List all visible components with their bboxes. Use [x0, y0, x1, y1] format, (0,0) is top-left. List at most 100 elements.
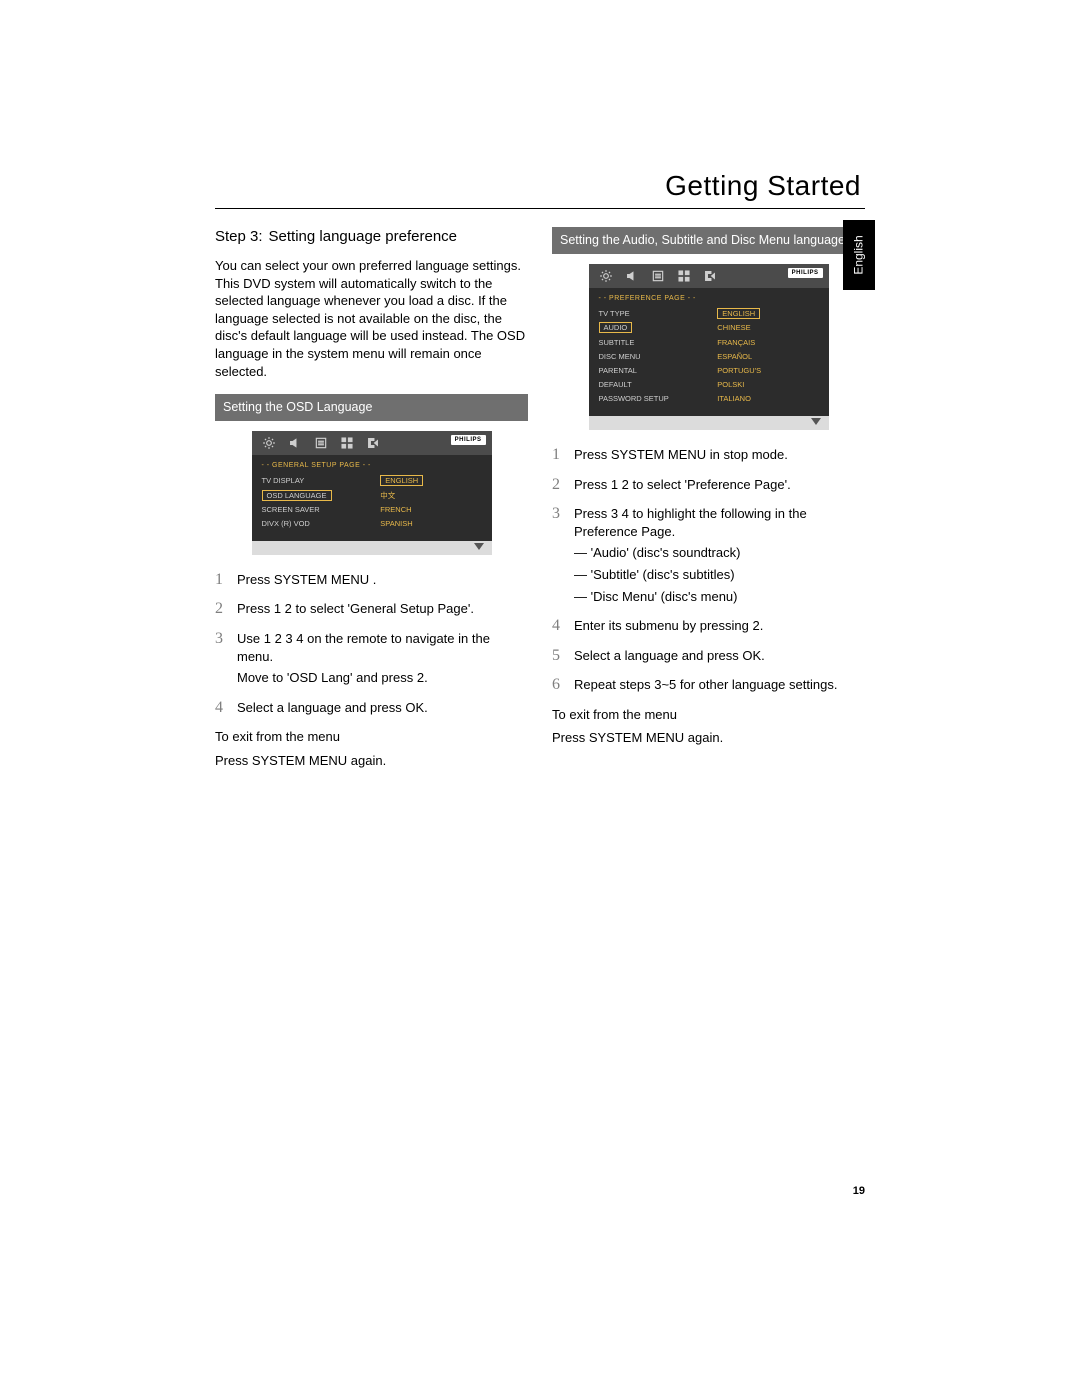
grid-icon [340, 436, 354, 450]
step-bullet: — 'Audio' (disc's soundtrack) [574, 544, 865, 562]
menu-left-col: TV TYPEAUDIOSUBTITLEDISC MENUPARENTALDEF… [589, 307, 714, 406]
brand-badge: PHILIPS [788, 268, 823, 278]
menu-item: DISC MENU [599, 350, 714, 364]
left-step-list: 1Press SYSTEM MENU . 2Press 1 2 to select… [215, 571, 528, 716]
step-number: Step 3: [215, 227, 263, 247]
intro-paragraph: You can select your own preferred langua… [215, 257, 528, 380]
menu-item: SCREEN SAVER [262, 503, 377, 517]
down-arrow-icon [811, 418, 821, 425]
step-number: 3 [552, 505, 574, 523]
step-text: Press 1 2 to select 'General Setup Page'… [237, 600, 528, 618]
menu-page-title: - - GENERAL SETUP PAGE - - [252, 459, 492, 474]
menu-page-title: - - PREFERENCE PAGE - - [589, 292, 829, 307]
step-text: Use 1 2 3 4 on the remote to navigate in… [237, 630, 528, 665]
step-number: 6 [552, 676, 574, 694]
step-body: Enter its submenu by pressing 2. [574, 617, 865, 635]
step-bullet: — 'Disc Menu' (disc's menu) [574, 588, 865, 606]
step-text: Press 3 4 to highlight the following in … [574, 505, 865, 540]
menu-value: ITALIANO [717, 392, 828, 406]
step-body: Select a language and press OK. [237, 699, 528, 717]
menu-tab-bar: PHILIPS [589, 264, 829, 288]
osd-menu-screenshot: PHILIPS - - GENERAL SETUP PAGE - - TV DI… [252, 431, 492, 555]
step-body: Select a language and press OK. [574, 647, 865, 665]
menu-value: ENGLISH [717, 307, 828, 321]
step-item: 6Repeat steps 3~5 for other language set… [552, 676, 865, 694]
menu-item: TV TYPE [599, 307, 714, 321]
preference-menu-screenshot: PHILIPS - - PREFERENCE PAGE - - TV TYPEA… [589, 264, 829, 430]
menu-item: DIVX (R) VOD [262, 517, 377, 531]
step-number: 2 [215, 600, 237, 618]
step-text: Press SYSTEM MENU in stop mode. [574, 446, 865, 464]
menu-rows: TV DISPLAYOSD LANGUAGESCREEN SAVERDIVX (… [252, 474, 492, 531]
step-item: 1Press SYSTEM MENU in stop mode. [552, 446, 865, 464]
grid-icon [677, 269, 691, 283]
step-number: 4 [215, 699, 237, 717]
menu-left-col: TV DISPLAYOSD LANGUAGESCREEN SAVERDIVX (… [252, 474, 377, 531]
down-arrow-icon [474, 543, 484, 550]
page-number: 19 [853, 1185, 865, 1197]
list-icon [314, 436, 328, 450]
step-item: 3Use 1 2 3 4 on the remote to navigate i… [215, 630, 528, 687]
step-item: 4Enter its submenu by pressing 2. [552, 617, 865, 635]
step-body: Repeat steps 3~5 for other language sett… [574, 676, 865, 694]
step-item: 2Press 1 2 to select 'General Setup Page… [215, 600, 528, 618]
menu-value: ESPAÑOL [717, 350, 828, 364]
step-number: 5 [552, 647, 574, 665]
exit-line2: Press SYSTEM MENU again. [552, 729, 865, 747]
step-body: Press 3 4 to highlight the following in … [574, 505, 865, 605]
step-number: 4 [552, 617, 574, 635]
brand-badge: PHILIPS [451, 435, 486, 445]
menu-item: SUBTITLE [599, 336, 714, 350]
divider [215, 208, 865, 209]
menu-item: PASSWORD SETUP [599, 392, 714, 406]
step-body: Press 1 2 to select 'General Setup Page'… [237, 600, 528, 618]
step-text: Press SYSTEM MENU . [237, 571, 528, 589]
page-title: Getting Started [215, 170, 865, 202]
speaker-icon [625, 269, 639, 283]
step-text: Enter its submenu by pressing 2. [574, 617, 865, 635]
menu-item: TV DISPLAY [262, 474, 377, 488]
list-icon [651, 269, 665, 283]
speaker-icon [288, 436, 302, 450]
language-tab: English [843, 220, 875, 290]
exit-line1: To exit from the menu [552, 706, 865, 724]
step-text: Press 1 2 to select 'Preference Page'. [574, 476, 865, 494]
step-text: Repeat steps 3~5 for other language sett… [574, 676, 865, 694]
step-body: Use 1 2 3 4 on the remote to navigate in… [237, 630, 528, 687]
step-item: 2Press 1 2 to select 'Preference Page'. [552, 476, 865, 494]
exit-icon [703, 269, 717, 283]
exit-icon [366, 436, 380, 450]
step-number: 3 [215, 630, 237, 648]
manual-page: Getting Started English Step 3: Setting … [0, 0, 1080, 1397]
step-text: Select a language and press OK. [237, 699, 528, 717]
language-tab-label: English [852, 235, 866, 274]
gear-icon [262, 436, 276, 450]
step-item: 5Select a language and press OK. [552, 647, 865, 665]
step-title: Setting language preference [269, 227, 457, 247]
exit-note: To exit from the menu Press SYSTEM MENU … [552, 706, 865, 747]
gear-icon [599, 269, 613, 283]
right-step-list: 1Press SYSTEM MENU in stop mode.2Press 1… [552, 446, 865, 694]
menu-value: FRENCH [380, 503, 491, 517]
menu-body: - - GENERAL SETUP PAGE - - TV DISPLAYOSD… [252, 455, 492, 541]
step-item: 4Select a language and press OK. [215, 699, 528, 717]
step-heading: Step 3: Setting language preference [215, 227, 528, 247]
menu-value: POLSKI [717, 378, 828, 392]
menu-value: CHINESE [717, 321, 828, 335]
menu-footer [589, 416, 829, 430]
menu-right-col: ENGLISH中文FRENCHSPANISH [376, 474, 491, 531]
exit-note: To exit from the menu Press SYSTEM MENU … [215, 728, 528, 769]
menu-item: DEFAULT [599, 378, 714, 392]
step-number: 1 [552, 446, 574, 464]
menu-item: AUDIO [599, 321, 714, 335]
menu-tab-bar: PHILIPS [252, 431, 492, 455]
section-audio-subtitle: Setting the Audio, Subtitle and Disc Men… [552, 227, 865, 254]
step-item: 1Press SYSTEM MENU . [215, 571, 528, 589]
step-body: Press SYSTEM MENU in stop mode. [574, 446, 865, 464]
left-column: Step 3: Setting language preference You … [215, 227, 528, 769]
step-number: 2 [552, 476, 574, 494]
section-osd-language: Setting the OSD Language [215, 394, 528, 421]
exit-line2: Press SYSTEM MENU again. [215, 752, 528, 770]
menu-item: OSD LANGUAGE [262, 489, 377, 503]
step-extra: Move to 'OSD Lang' and press 2. [237, 669, 528, 687]
